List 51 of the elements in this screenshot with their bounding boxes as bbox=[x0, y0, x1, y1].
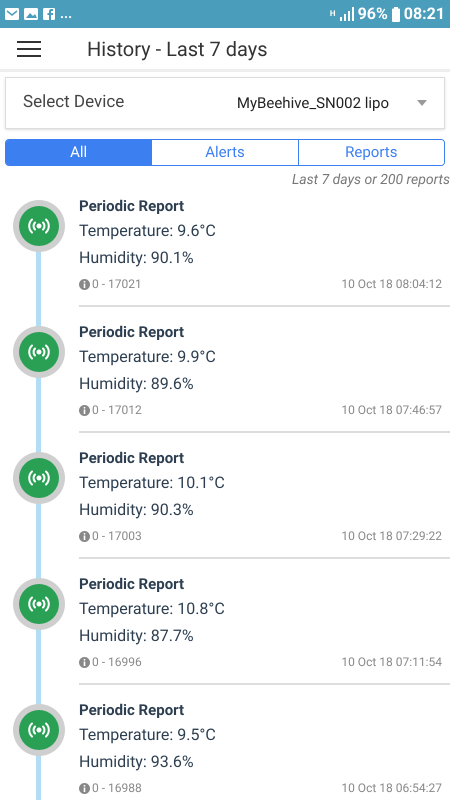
report-timestamp: 10 Oct 18 07:29:22 bbox=[341, 528, 442, 545]
info-icon bbox=[79, 404, 90, 416]
clock: 08:21 bbox=[404, 6, 445, 22]
signal-icon bbox=[340, 7, 354, 21]
info-icon bbox=[79, 278, 90, 290]
device-select[interactable]: Select Device MyBeehive_SN002 lipo bbox=[5, 77, 445, 129]
report-timestamp: 10 Oct 18 07:11:54 bbox=[341, 654, 442, 671]
humidity-reading: Humidity: 87.7% bbox=[79, 625, 195, 647]
entry-title: Periodic Report bbox=[79, 448, 186, 468]
humidity-reading: Humidity: 89.6% bbox=[79, 373, 195, 395]
report-timestamp: 10 Oct 18 07:46:57 bbox=[341, 402, 442, 419]
info-icon bbox=[79, 782, 90, 794]
entry-title: Periodic Report bbox=[79, 574, 186, 594]
notification-overflow: ... bbox=[60, 7, 72, 21]
temperature-reading: Temperature: 10.1°C bbox=[79, 472, 226, 494]
report-id: 0 - 17003 bbox=[92, 528, 142, 545]
temperature-reading: Temperature: 10.8°C bbox=[79, 598, 226, 620]
range-note: Last 7 days or 200 reports bbox=[292, 171, 450, 190]
battery-icon bbox=[392, 6, 400, 22]
temperature-reading: Temperature: 9.6°C bbox=[79, 220, 217, 242]
broadcast-icon bbox=[28, 469, 50, 487]
info-icon bbox=[79, 656, 90, 668]
report-id: 0 - 16988 bbox=[92, 780, 142, 797]
broadcast-icon bbox=[28, 721, 50, 739]
facebook-icon bbox=[43, 8, 55, 20]
entry-title: Periodic Report bbox=[79, 700, 186, 720]
page-title: History - Last 7 days bbox=[87, 36, 268, 62]
entry-title: Periodic Report bbox=[79, 196, 186, 216]
report-id: 0 - 17021 bbox=[92, 276, 142, 293]
humidity-reading: Humidity: 90.3% bbox=[79, 499, 195, 521]
broadcast-icon bbox=[28, 595, 50, 613]
dropdown-caret-icon bbox=[417, 100, 427, 106]
temperature-reading: Temperature: 9.5°C bbox=[79, 724, 217, 746]
battery-percent: 96% bbox=[358, 6, 388, 22]
temperature-reading: Temperature: 9.9°C bbox=[79, 346, 217, 368]
menu-button[interactable] bbox=[17, 38, 41, 58]
humidity-reading: Humidity: 93.6% bbox=[79, 751, 195, 773]
broadcast-icon bbox=[28, 343, 50, 361]
mail-icon bbox=[5, 8, 19, 20]
info-icon bbox=[79, 530, 90, 542]
report-timestamp: 10 Oct 18 06:54:27 bbox=[341, 780, 442, 797]
report-id: 0 - 16996 bbox=[92, 654, 142, 671]
report-timestamp: 10 Oct 18 08:04:12 bbox=[341, 276, 442, 293]
network-type: H bbox=[330, 10, 336, 18]
filter-tab[interactable]: Reports bbox=[298, 140, 444, 165]
image-icon bbox=[24, 8, 38, 20]
entry-title: Periodic Report bbox=[79, 322, 186, 342]
filter-tab[interactable]: All bbox=[6, 140, 152, 165]
humidity-reading: Humidity: 90.1% bbox=[79, 247, 195, 269]
report-id: 0 - 17012 bbox=[92, 402, 142, 419]
broadcast-icon bbox=[28, 217, 50, 235]
